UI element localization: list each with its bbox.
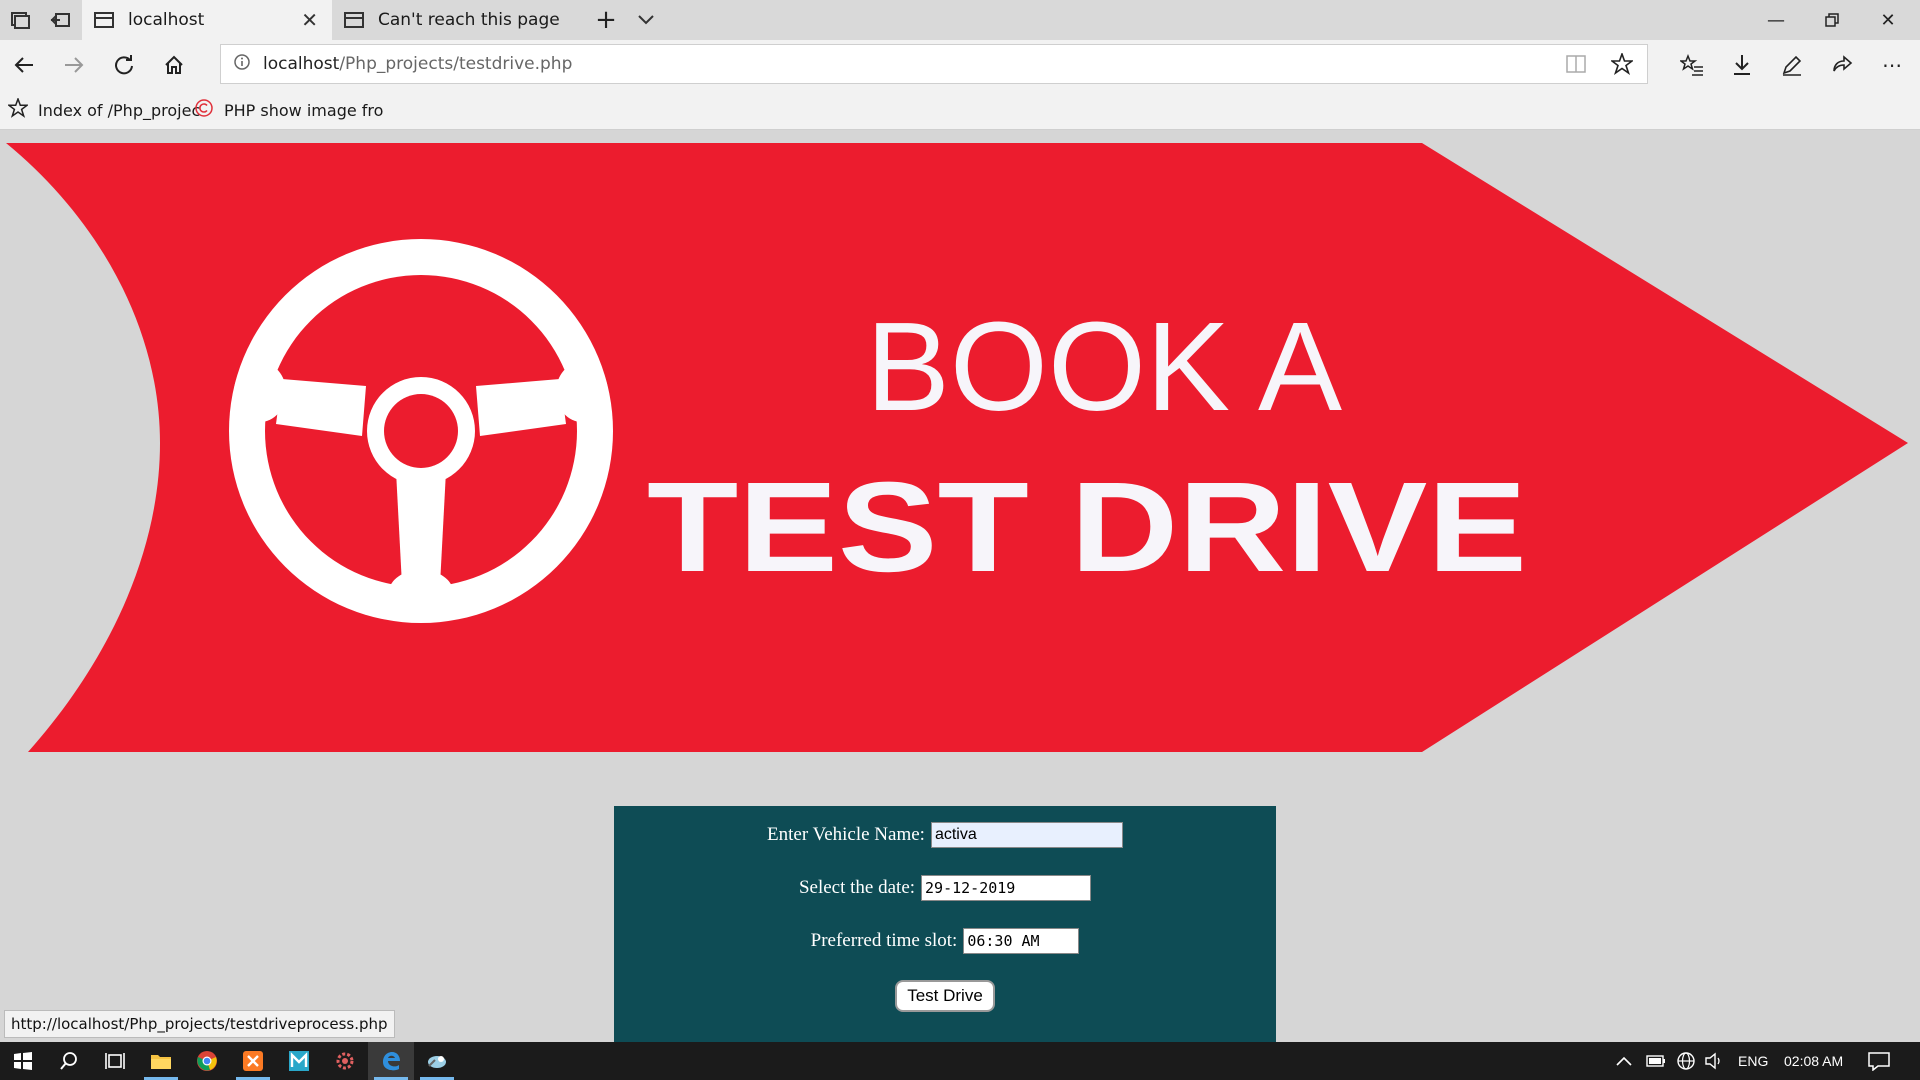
action-center-icon[interactable] bbox=[1868, 1042, 1890, 1080]
chrome-icon[interactable] bbox=[184, 1042, 230, 1080]
web-note-icon[interactable] bbox=[1768, 40, 1816, 90]
status-url-tooltip: http://localhost/Php_projects/testdrivep… bbox=[4, 1010, 395, 1038]
favorites-bar: Index of /Php_projec PHP show image fro bbox=[0, 90, 1920, 130]
set-aside-tabs-icon[interactable] bbox=[40, 0, 80, 40]
tab-preview-icon[interactable] bbox=[0, 0, 40, 40]
windows-taskbar: ENG 02:08 AM bbox=[0, 1042, 1920, 1080]
time-row: Preferred time slot: bbox=[614, 928, 1276, 954]
volume-icon[interactable] bbox=[1704, 1042, 1724, 1080]
app-m-icon[interactable] bbox=[276, 1042, 322, 1080]
edge-icon[interactable] bbox=[368, 1042, 414, 1080]
banner-line1: BOOK A bbox=[866, 296, 1342, 437]
search-icon[interactable] bbox=[46, 1042, 92, 1080]
url-text: localhost/Php_projects/testdrive.php bbox=[263, 54, 572, 74]
tab-title: localhost bbox=[128, 10, 205, 30]
page-icon bbox=[94, 12, 114, 28]
reading-view-icon[interactable] bbox=[1565, 54, 1587, 78]
tab-title: Can't reach this page bbox=[378, 10, 560, 30]
add-favorite-star-icon[interactable] bbox=[1609, 51, 1635, 79]
settings-gear-icon[interactable] bbox=[322, 1042, 368, 1080]
favorite-label: PHP show image fro bbox=[224, 100, 384, 120]
vehicle-row: Enter Vehicle Name: bbox=[614, 822, 1276, 848]
new-tab-icon[interactable]: + bbox=[586, 0, 626, 40]
test-drive-submit-button[interactable]: Test Drive bbox=[895, 980, 995, 1012]
address-bar[interactable]: localhost/Php_projects/testdrive.php bbox=[220, 44, 1648, 84]
task-view-icon[interactable] bbox=[92, 1042, 138, 1080]
tab-cant-reach[interactable]: Can't reach this page bbox=[332, 0, 582, 40]
title-bar: localhost ✕ Can't reach this page + — ✕ bbox=[0, 0, 1920, 40]
chevron-down-icon[interactable] bbox=[626, 0, 666, 40]
app-bird-icon[interactable] bbox=[414, 1042, 460, 1080]
home-icon[interactable] bbox=[150, 40, 198, 90]
network-globe-icon[interactable] bbox=[1676, 1042, 1696, 1080]
favorite-label: Index of /Php_projec bbox=[38, 100, 201, 120]
url-host: localhost bbox=[263, 54, 340, 74]
steering-wheel-icon bbox=[229, 239, 613, 623]
banner-line2: TEST DRIVE bbox=[647, 456, 1527, 599]
file-explorer-icon[interactable] bbox=[138, 1042, 184, 1080]
back-icon[interactable] bbox=[0, 40, 48, 90]
time-label: Preferred time slot: bbox=[810, 930, 958, 951]
favorites-list-icon[interactable] bbox=[1668, 40, 1716, 90]
more-options-icon[interactable]: ⋯ bbox=[1868, 40, 1916, 90]
refresh-icon[interactable] bbox=[100, 40, 148, 90]
star-icon bbox=[6, 96, 30, 122]
test-drive-form: Enter Vehicle Name: Select the date: Pre… bbox=[614, 806, 1276, 1042]
language-indicator[interactable]: ENG bbox=[1738, 1042, 1768, 1080]
share-icon[interactable] bbox=[1818, 40, 1866, 90]
tab-localhost[interactable]: localhost ✕ bbox=[82, 0, 332, 40]
vehicle-label: Enter Vehicle Name: bbox=[767, 824, 925, 845]
close-tab-icon[interactable]: ✕ bbox=[301, 8, 318, 32]
xampp-icon[interactable] bbox=[230, 1042, 276, 1080]
page-icon bbox=[344, 12, 364, 28]
date-label: Select the date: bbox=[798, 877, 916, 898]
page-content: BOOK A TEST DRIVE Enter Vehicle Name: Se… bbox=[0, 130, 1920, 1042]
show-hidden-icons-chevron-up-icon[interactable] bbox=[1616, 1042, 1632, 1080]
submit-row: Test Drive bbox=[614, 980, 1276, 1012]
favorite-item-php-show-image[interactable]: PHP show image fro bbox=[194, 90, 383, 130]
date-input[interactable] bbox=[921, 875, 1092, 901]
forward-icon[interactable] bbox=[50, 40, 98, 90]
downloads-icon[interactable] bbox=[1718, 40, 1766, 90]
favorite-item-index[interactable]: Index of /Php_projec bbox=[6, 90, 201, 130]
battery-icon[interactable] bbox=[1646, 1042, 1666, 1080]
date-row: Select the date: bbox=[614, 875, 1276, 901]
minimize-icon[interactable]: — bbox=[1748, 0, 1804, 40]
clock-time[interactable]: 02:08 AM bbox=[1784, 1042, 1843, 1080]
start-icon[interactable] bbox=[0, 1042, 46, 1080]
restore-icon[interactable] bbox=[1804, 0, 1860, 40]
url-path: /Php_projects/testdrive.php bbox=[339, 54, 573, 74]
copyright-site-icon bbox=[194, 98, 214, 122]
info-icon[interactable] bbox=[233, 53, 251, 75]
time-slot-input[interactable] bbox=[963, 928, 1080, 954]
vehicle-name-input[interactable] bbox=[930, 822, 1123, 848]
close-window-icon[interactable]: ✕ bbox=[1860, 0, 1916, 40]
